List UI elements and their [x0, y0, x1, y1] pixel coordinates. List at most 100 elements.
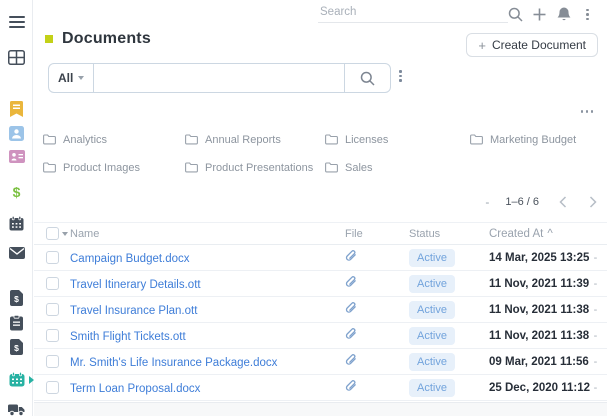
created-at-value: 14 Mar, 2025 13:25 — [489, 251, 590, 264]
paperclip-icon[interactable] — [345, 353, 357, 366]
folder-icon — [43, 134, 56, 145]
envelope-icon[interactable] — [0, 247, 33, 259]
sidebar: $ $ $ — [0, 0, 33, 416]
receipt-icon[interactable]: $ — [0, 339, 33, 355]
table-row[interactable]: Travel Itinerary Details.ott Active 11 N… — [34, 271, 607, 297]
app-window: $ $ $ Search Documents + Create Document… — [0, 0, 607, 416]
row-checkbox[interactable] — [46, 355, 59, 368]
row-checkbox[interactable] — [46, 329, 59, 342]
create-document-label: Create Document — [491, 38, 586, 52]
global-search — [318, 2, 508, 23]
row-menu-dash[interactable]: - — [584, 278, 607, 290]
row-checkbox[interactable] — [46, 277, 59, 290]
invoice-icon[interactable]: $ — [0, 290, 33, 306]
chevron-right-icon[interactable] — [589, 196, 597, 208]
paperclip-icon[interactable] — [345, 275, 357, 288]
documents-table: Name File Status Created At ^ Campaign Bu… — [34, 222, 607, 401]
created-at-value: 11 Nov, 2021 11:38 — [489, 329, 590, 342]
document-link[interactable]: Campaign Budget.docx — [70, 253, 190, 265]
sidebar-active-indicator — [29, 376, 34, 384]
paperclip-icon[interactable] — [345, 301, 357, 314]
column-header-created[interactable]: Created At ^ — [484, 228, 584, 240]
pagination-dash-icon[interactable]: - — [485, 195, 489, 209]
folder-item[interactable]: Product Presentations — [185, 160, 325, 175]
filter-bar: All — [48, 63, 392, 93]
bookmark-icon[interactable] — [0, 101, 33, 117]
table-header: Name File Status Created At ^ — [34, 222, 607, 245]
created-at-value: 11 Nov, 2021 11:38 — [489, 303, 590, 316]
hamburger-menu-icon[interactable] — [0, 15, 33, 29]
folder-item[interactable]: Analytics — [43, 132, 185, 147]
row-menu-dash[interactable]: - — [584, 252, 607, 264]
folder-icon — [470, 134, 483, 145]
table-row[interactable]: Mr. Smith's Life Insurance Package.docx … — [34, 349, 607, 375]
status-badge: Active — [409, 379, 455, 397]
status-badge: Active — [409, 275, 455, 293]
paperclip-icon[interactable] — [345, 327, 357, 340]
sort-asc-icon[interactable]: ^ — [547, 228, 552, 240]
folder-item[interactable]: Sales — [325, 160, 470, 175]
paperclip-icon[interactable] — [345, 249, 357, 262]
clipboard-icon[interactable] — [0, 315, 33, 331]
folder-item[interactable]: Licenses — [325, 132, 470, 147]
folder-label: Product Presentations — [205, 161, 314, 174]
create-document-button[interactable]: + Create Document — [466, 33, 598, 57]
table-footer — [34, 402, 607, 416]
document-link[interactable]: Smith Flight Tickets.ott — [70, 331, 186, 343]
more-options-icon[interactable] — [580, 110, 593, 113]
folder-icon — [325, 162, 338, 173]
folder-label: Marketing Budget — [490, 133, 577, 146]
user-badge-icon[interactable] — [0, 126, 33, 141]
table-row[interactable]: Term Loan Proposal.docx Active 25 Dec, 2… — [34, 375, 607, 401]
paperclip-icon[interactable] — [345, 379, 357, 392]
filter-scope-dropdown[interactable]: All — [48, 63, 95, 93]
global-search-input[interactable] — [318, 2, 508, 23]
status-badge: Active — [409, 327, 455, 345]
truck-icon[interactable] — [0, 404, 33, 416]
folder-item[interactable]: Product Images — [43, 160, 185, 175]
chevron-down-icon[interactable] — [62, 231, 68, 236]
document-link[interactable]: Travel Insurance Plan.ott — [70, 305, 197, 317]
row-checkbox[interactable] — [46, 303, 59, 316]
accent-square — [45, 35, 53, 43]
row-menu-dash[interactable]: - — [584, 304, 607, 316]
folder-icon — [185, 162, 198, 173]
filter-kebab-icon[interactable] — [399, 70, 402, 84]
column-header-file[interactable]: File — [340, 228, 404, 240]
search-icon[interactable] — [508, 7, 523, 22]
grid-icon[interactable] — [0, 50, 33, 65]
contact-card-icon[interactable] — [0, 150, 33, 163]
calendar-icon[interactable] — [0, 216, 33, 231]
document-link[interactable]: Travel Itinerary Details.ott — [70, 279, 201, 291]
column-header-status[interactable]: Status — [404, 228, 484, 240]
select-all-checkbox[interactable] — [46, 227, 59, 240]
filter-search-input[interactable] — [94, 63, 345, 93]
folder-item[interactable]: Annual Reports — [185, 132, 325, 147]
row-menu-dash[interactable]: - — [584, 330, 607, 342]
bell-icon[interactable] — [556, 7, 571, 22]
kebab-icon[interactable] — [580, 7, 595, 22]
folder-item[interactable]: Marketing Budget — [470, 132, 600, 147]
row-checkbox[interactable] — [46, 251, 59, 264]
svg-text:$: $ — [14, 294, 19, 304]
folder-label: Analytics — [63, 133, 108, 146]
row-checkbox[interactable] — [46, 381, 59, 394]
dollar-icon[interactable]: $ — [0, 185, 33, 199]
chevron-down-icon — [78, 76, 85, 80]
document-link[interactable]: Mr. Smith's Life Insurance Package.docx — [70, 357, 277, 369]
plus-icon: + — [478, 37, 486, 53]
table-row[interactable]: Campaign Budget.docx Active 14 Mar, 2025… — [34, 245, 607, 271]
row-menu-dash[interactable]: - — [584, 382, 607, 394]
chevron-left-icon[interactable] — [559, 196, 567, 208]
pagination-range: 1–6 / 6 — [505, 196, 539, 208]
table-row[interactable]: Travel Insurance Plan.ott Active 11 Nov,… — [34, 297, 607, 323]
status-badge: Active — [409, 353, 455, 371]
plus-icon[interactable] — [532, 7, 547, 22]
row-menu-dash[interactable]: - — [584, 356, 607, 368]
filter-search-button[interactable] — [344, 63, 392, 93]
document-link[interactable]: Term Loan Proposal.docx — [70, 383, 200, 395]
column-header-name[interactable]: Name — [70, 228, 340, 240]
page-title: Documents — [45, 30, 151, 48]
table-row[interactable]: Smith Flight Tickets.ott Active 11 Nov, … — [34, 323, 607, 349]
status-badge: Active — [409, 301, 455, 319]
